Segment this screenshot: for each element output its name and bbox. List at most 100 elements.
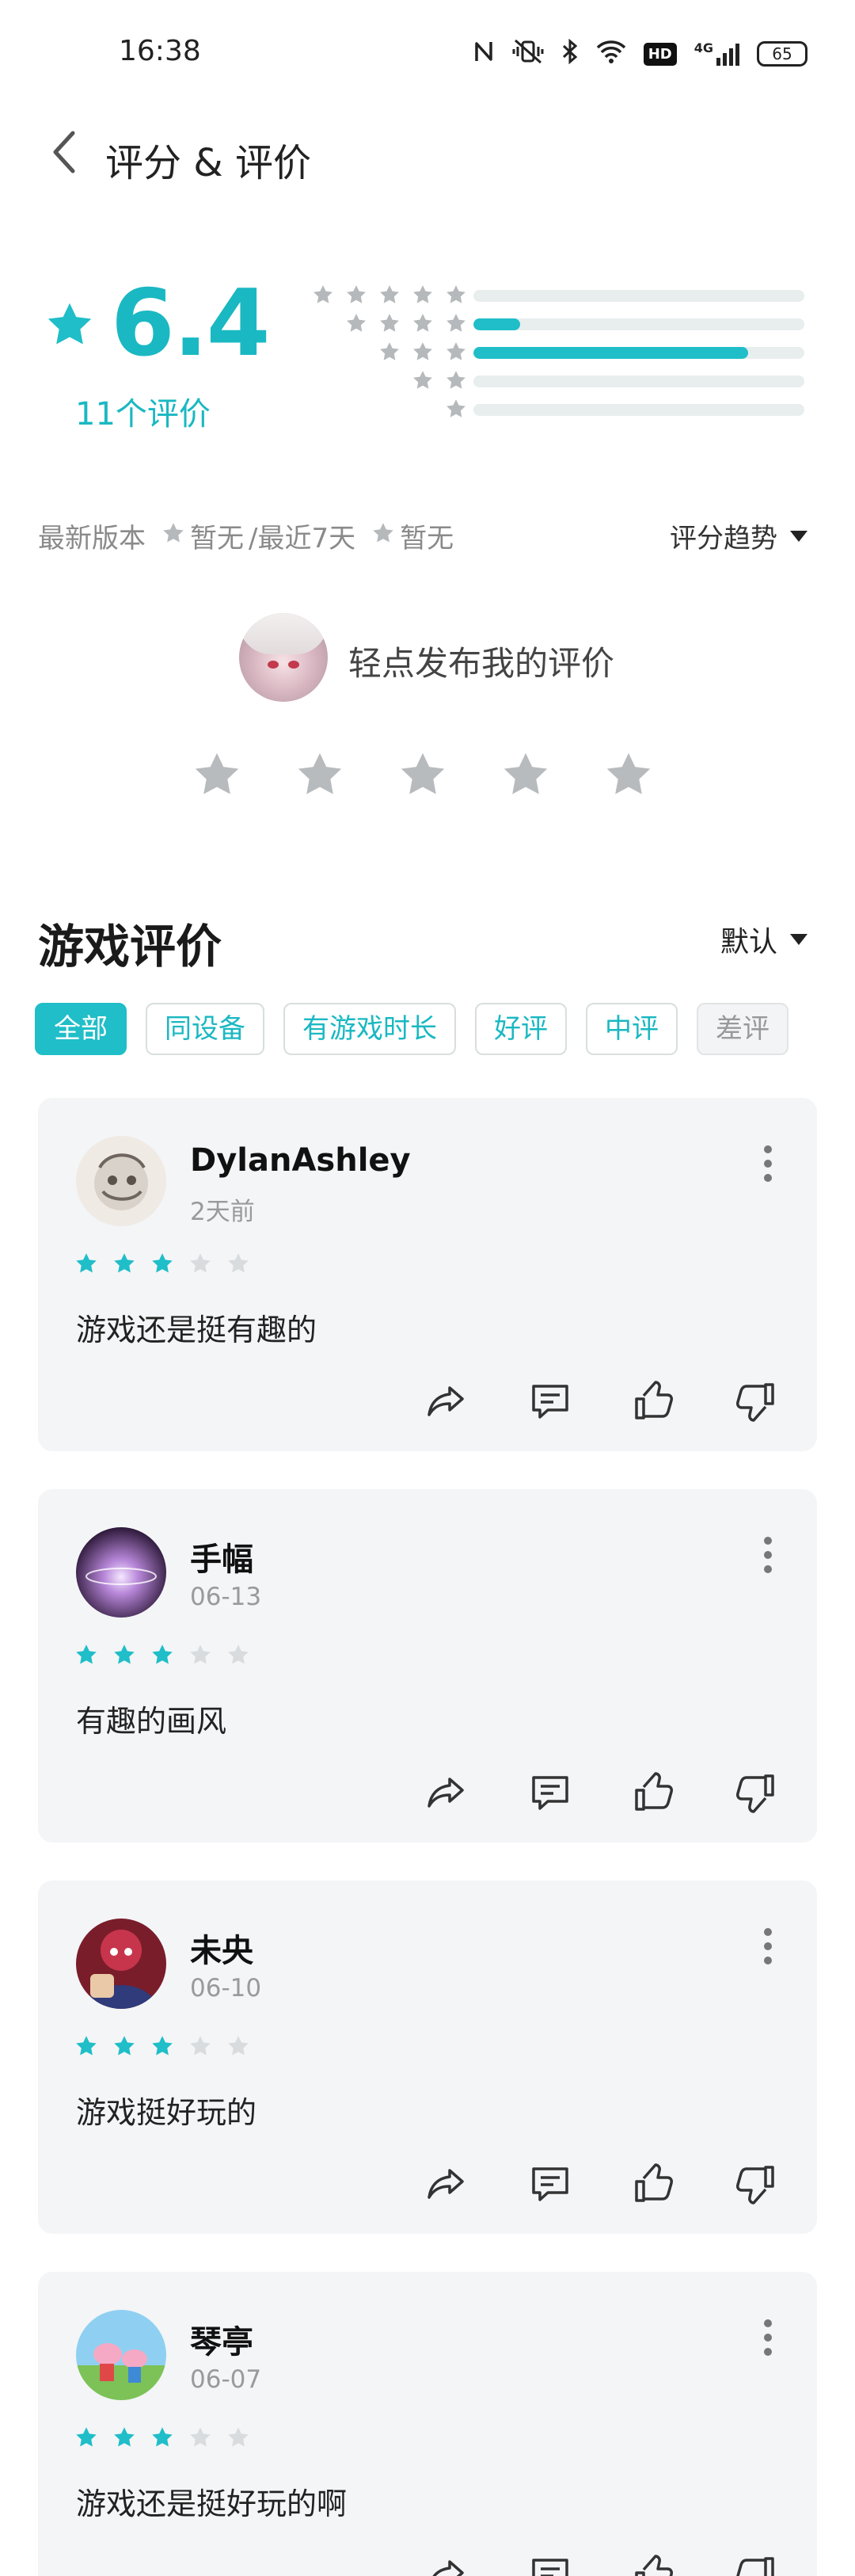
share-icon[interactable] <box>426 1380 469 1423</box>
star-icon <box>446 371 466 389</box>
star-empty-icon <box>228 1253 249 1273</box>
thumbs-up-icon[interactable] <box>632 2554 674 2576</box>
back-arrow-icon[interactable] <box>49 128 81 176</box>
star-icon <box>371 520 395 552</box>
thumbs-up-icon[interactable] <box>632 1380 674 1423</box>
battery-indicator: 65 <box>757 41 808 67</box>
star-empty-icon <box>190 1253 211 1273</box>
review-card[interactable]: 琴亭 06-07 游戏还是挺好玩的啊 <box>38 2272 817 2576</box>
distribution-stars <box>445 398 467 420</box>
distribution-bar <box>473 290 804 302</box>
signal-4g-icon: 4G <box>694 42 739 66</box>
star-filled-icon <box>114 1253 135 1273</box>
filter-chips: 全部 同设备 有游戏时长 好评 中评 差评 <box>35 1003 788 1055</box>
review-username[interactable]: 琴亭 <box>190 2316 253 2362</box>
sort-label: 默认 <box>720 926 777 958</box>
wifi-icon <box>596 40 626 68</box>
thumbs-down-icon[interactable] <box>735 2163 777 2205</box>
star-icon <box>446 399 466 417</box>
rating-distribution <box>301 279 808 421</box>
dropdown-arrow-icon <box>790 934 808 945</box>
user-avatar[interactable] <box>76 1136 166 1226</box>
thumbs-down-icon[interactable] <box>735 1380 777 1423</box>
page-title: 评分 & 评价 <box>105 141 311 185</box>
more-options-icon[interactable] <box>762 1145 774 1185</box>
thumbs-down-icon[interactable] <box>735 1771 777 1814</box>
status-time: 16:38 <box>119 35 201 67</box>
star-icon <box>446 314 466 332</box>
distribution-stars <box>378 341 467 363</box>
rate-star-5[interactable] <box>603 749 654 800</box>
review-stars <box>74 2425 250 2449</box>
review-card[interactable]: 手幅 06-13 有趣的画风 <box>38 1489 817 1842</box>
comment-icon[interactable] <box>529 2163 572 2205</box>
filter-chip[interactable]: 全部 <box>35 1003 127 1055</box>
distribution-row-2-star <box>301 364 808 393</box>
star-empty-icon <box>190 1644 211 1664</box>
thumbs-down-icon[interactable] <box>735 2554 777 2576</box>
filter-chip[interactable]: 差评 <box>697 1003 788 1055</box>
filter-chip[interactable]: 有游戏时长 <box>283 1003 456 1055</box>
review-username[interactable]: 手幅 <box>190 1534 253 1580</box>
review-card[interactable]: DylanAshley 2天前 游戏还是挺有趣的 <box>38 1098 817 1451</box>
rating-trend-dropdown[interactable]: 评分趋势 <box>670 516 808 555</box>
star-filled-icon <box>76 2036 97 2056</box>
status-bar: 16:38 HD 4G 65 <box>0 0 855 107</box>
review-stars <box>74 1643 250 1667</box>
distribution-stars <box>345 312 467 334</box>
share-icon[interactable] <box>426 1771 469 1814</box>
thumbs-up-icon[interactable] <box>632 2163 674 2205</box>
latest-version-label: 最新版本 <box>38 523 146 554</box>
rate-stars <box>192 749 654 800</box>
recent-period-label: /最近7天 <box>249 523 356 554</box>
comment-icon[interactable] <box>529 2554 572 2576</box>
user-avatar[interactable] <box>76 1527 166 1618</box>
more-options-icon[interactable] <box>762 1537 774 1576</box>
share-icon[interactable] <box>426 2163 469 2205</box>
comment-icon[interactable] <box>529 1380 572 1423</box>
rate-star-4[interactable] <box>500 749 551 800</box>
sort-dropdown[interactable]: 默认 <box>720 919 808 960</box>
header: 评分 & 评价 <box>0 117 855 189</box>
filter-chip[interactable]: 中评 <box>586 1003 678 1055</box>
star-icon <box>413 285 432 303</box>
comment-icon[interactable] <box>529 1771 572 1814</box>
distribution-row-1-star <box>301 393 808 421</box>
star-icon <box>314 285 332 303</box>
review-username[interactable]: 未央 <box>190 1925 253 1971</box>
star-icon <box>162 520 185 552</box>
status-icons: HD 4G 65 <box>473 35 808 73</box>
rate-star-3[interactable] <box>397 749 448 800</box>
bluetooth-icon <box>561 38 579 69</box>
review-text: 有趣的画风 <box>76 1704 227 1739</box>
hd-icon: HD <box>643 42 677 66</box>
review-card[interactable]: 未央 06-10 游戏挺好玩的 <box>38 1881 817 2234</box>
more-options-icon[interactable] <box>762 2319 774 2359</box>
review-stars <box>74 1252 250 1275</box>
review-actions <box>426 2163 777 2205</box>
star-empty-icon <box>190 2036 211 2056</box>
rate-star-2[interactable] <box>294 749 345 800</box>
distribution-bar <box>473 318 804 330</box>
my-avatar[interactable] <box>239 613 328 702</box>
star-empty-icon <box>190 2427 211 2447</box>
star-icon <box>413 314 432 332</box>
review-username[interactable]: DylanAshley <box>190 1142 411 1179</box>
filter-chip[interactable]: 好评 <box>475 1003 567 1055</box>
star-empty-icon <box>228 2036 249 2056</box>
thumbs-up-icon[interactable] <box>632 1771 674 1814</box>
section-title: 游戏评价 <box>38 920 222 974</box>
rate-star-1[interactable] <box>192 749 242 800</box>
rating-star-icon <box>44 299 95 350</box>
review-date: 06-13 <box>190 1583 262 1611</box>
user-avatar[interactable] <box>76 1919 166 2009</box>
star-filled-icon <box>76 1644 97 1664</box>
filter-chip[interactable]: 同设备 <box>146 1003 264 1055</box>
distribution-stars <box>312 284 467 306</box>
more-options-icon[interactable] <box>762 1928 774 1968</box>
write-review-prompt[interactable]: 轻点发布我的评价 <box>348 637 614 685</box>
latest-version-value: 暂无 <box>190 523 244 554</box>
star-empty-icon <box>228 1644 249 1664</box>
share-icon[interactable] <box>426 2554 469 2576</box>
user-avatar[interactable] <box>76 2310 166 2400</box>
